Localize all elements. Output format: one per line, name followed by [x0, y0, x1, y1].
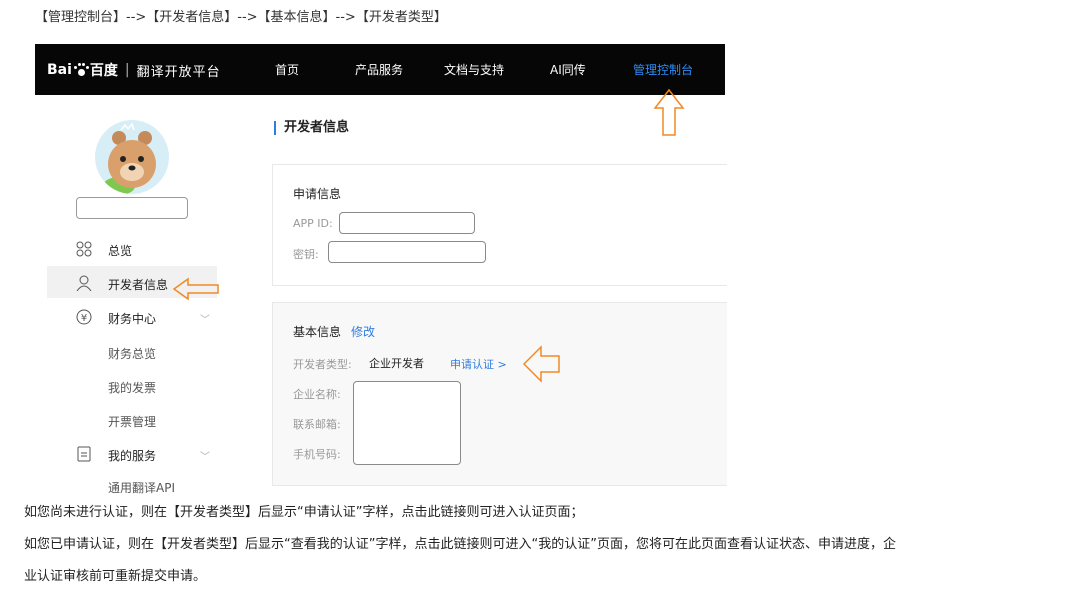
apply-info-card: 申请信息 APP ID: 密钥: — [272, 164, 727, 286]
nav-home[interactable]: 首页 — [275, 61, 299, 78]
apply-info-heading: 申请信息 — [293, 187, 342, 201]
sidebar-item-finance[interactable]: 财务中心 — [108, 310, 156, 327]
note-line-2: 如您已申请认证，则在【开发者类型】后显示“查看我的认证”字样，点击此链接则可进入… — [24, 537, 896, 552]
sidebar-subitem-general-api[interactable]: 通用翻译API — [108, 479, 175, 496]
sidebar-subitem-my-invoices[interactable]: 我的发票 — [108, 379, 156, 396]
left-arrow-annotation-sidebar — [172, 277, 219, 301]
yen-icon: ¥ — [76, 309, 92, 325]
app-id-label: APP ID: — [293, 217, 333, 230]
chevron-down-icon[interactable]: ﹀ — [200, 448, 210, 463]
svg-text:¥: ¥ — [81, 313, 87, 324]
platform-name: 翻译开放平台 — [136, 64, 221, 80]
sidebar-subitem-invoice-management[interactable]: 开票管理 — [108, 413, 156, 430]
secret-field[interactable] — [328, 241, 486, 263]
basic-info-heading: 基本信息 — [293, 325, 342, 339]
baidu-logo[interactable]: Bai 百度 | 翻译开放平台 — [47, 60, 221, 80]
contact-info-box — [353, 381, 461, 465]
up-arrow-annotation — [653, 88, 685, 136]
apply-certification-link[interactable]: 申请认证 > — [450, 356, 507, 372]
developer-type-label: 开发者类型: — [293, 358, 352, 371]
top-nav-bar: Bai 百度 | 翻译开放平台 首页 产品服务 文档与支持 AI同传 管理控制台 — [35, 44, 725, 95]
logo-text-du: 百度 — [89, 63, 118, 79]
note-line-1: 如您尚未进行认证，则在【开发者类型】后显示“申请认证”字样，点击此链接则可进入认… — [24, 505, 584, 520]
nav-console[interactable]: 管理控制台 — [633, 61, 693, 78]
chevron-down-icon[interactable]: ﹀ — [200, 311, 210, 326]
sidebar-subitem-finance-overview[interactable]: 财务总览 — [108, 345, 156, 362]
user-icon — [76, 275, 92, 292]
logo-separator: | — [124, 62, 130, 78]
username-box — [76, 197, 188, 219]
grid-icon — [76, 241, 92, 257]
document-icon — [76, 446, 92, 462]
paw-icon — [73, 63, 89, 77]
note-line-3: 业认证审核前可重新提交申请。 — [24, 569, 207, 584]
nav-ai-interpretation[interactable]: AI同传 — [550, 61, 586, 78]
nav-docs-support[interactable]: 文档与支持 — [444, 61, 504, 78]
phone-number-label: 手机号码: — [293, 448, 341, 461]
nav-products[interactable]: 产品服务 — [355, 61, 403, 78]
contact-email-label: 联系邮箱: — [293, 418, 341, 431]
sidebar-item-developer-info[interactable]: 开发者信息 — [108, 276, 168, 293]
sidebar-item-overview[interactable]: 总览 — [108, 242, 132, 259]
app-id-field[interactable] — [339, 212, 475, 234]
logo-text-bai: Bai — [47, 62, 72, 78]
avatar[interactable] — [95, 120, 169, 194]
bear-avatar-icon — [103, 122, 156, 194]
developer-type-value: 企业开发者 — [369, 357, 424, 370]
breadcrumb: 【管理控制台】-->【开发者信息】-->【基本信息】-->【开发者类型】 — [35, 10, 447, 25]
sidebar-item-my-services[interactable]: 我的服务 — [108, 447, 156, 464]
secret-label: 密钥: — [293, 248, 319, 261]
edit-link[interactable]: 修改 — [351, 323, 375, 340]
left-arrow-annotation-cert — [522, 345, 560, 383]
basic-info-card: 基本信息 修改 开发者类型: 企业开发者 申请认证 > 企业名称: 联系邮箱: … — [272, 302, 727, 486]
company-name-label: 企业名称: — [293, 388, 341, 401]
page-title: 开发者信息 — [274, 121, 349, 135]
